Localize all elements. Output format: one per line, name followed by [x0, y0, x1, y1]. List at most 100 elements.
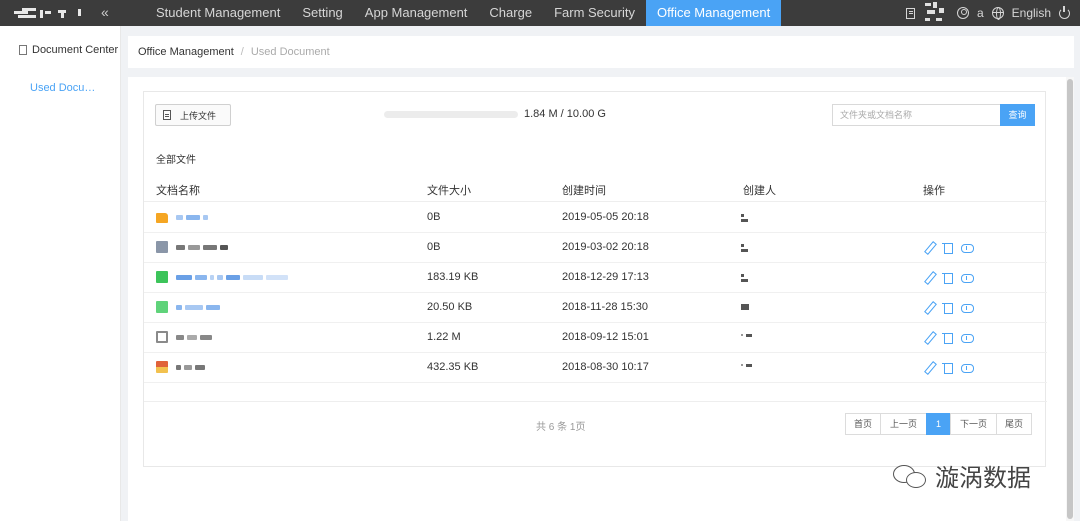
all-files-label[interactable]: 全部文件 — [156, 151, 196, 166]
language-switch[interactable]: English — [1012, 6, 1051, 20]
menu-setting[interactable]: Setting — [291, 0, 353, 26]
delete-icon[interactable] — [942, 241, 955, 254]
globe-icon[interactable] — [991, 7, 1004, 20]
column-header-created: 创建时间 — [562, 185, 606, 197]
row-actions — [923, 301, 974, 314]
download-icon[interactable] — [961, 331, 974, 344]
book-icon[interactable] — [905, 7, 915, 19]
sidebar-group-label: Document Center — [32, 44, 119, 56]
delete-icon[interactable] — [942, 271, 955, 284]
last-page-button[interactable]: 尾页 — [996, 413, 1032, 435]
table-row[interactable]: 20.50 KB 2018-11-28 15:30 — [144, 293, 1047, 323]
edit-icon[interactable] — [923, 331, 936, 344]
wechat-icon — [893, 463, 927, 489]
delete-icon[interactable] — [942, 331, 955, 344]
file-name-redacted[interactable] — [176, 244, 228, 250]
prev-page-button[interactable]: 上一页 — [880, 413, 927, 435]
column-header-name: 文档名称 — [156, 185, 200, 197]
file-white-icon — [156, 331, 168, 343]
file-green-icon — [156, 271, 168, 283]
storage-usage-text: 1.84 M / 10.00 G — [524, 108, 606, 120]
next-page-button[interactable]: 下一页 — [950, 413, 997, 435]
file-name-redacted[interactable] — [176, 304, 220, 310]
file-name-redacted[interactable] — [176, 214, 208, 220]
file-name-redacted[interactable] — [176, 334, 212, 340]
sidebar-group-document-center[interactable]: Document Center — [19, 44, 118, 56]
table-footer-divider — [144, 401, 1047, 402]
file-size: 0B — [427, 211, 441, 223]
breadcrumb: Office Management / Used Document — [128, 36, 1074, 68]
search-button[interactable]: 查询 — [1000, 104, 1035, 126]
document-panel: 上传文件 1.84 M / 10.00 G 查询 全部文件 文档名称 文件大小 … — [143, 91, 1047, 467]
power-icon[interactable] — [1059, 5, 1070, 19]
top-nav-bar: « Student Management Setting App Managem… — [0, 0, 1080, 26]
menu-student-management[interactable]: Student Management — [145, 0, 291, 26]
delete-icon[interactable] — [942, 301, 955, 314]
menu-farm-security[interactable]: Farm Security — [543, 0, 646, 26]
menu-charge[interactable]: Charge — [478, 0, 543, 26]
upload-file-label: 上传文件 — [180, 110, 217, 121]
row-actions — [923, 331, 974, 344]
pagination-total: 共 6 条 1页 — [536, 422, 586, 433]
scrollbar-thumb[interactable] — [1067, 79, 1073, 519]
column-header-creator: 创建人 — [743, 185, 776, 197]
file-name-redacted[interactable] — [176, 364, 205, 370]
search-input[interactable] — [832, 104, 1000, 126]
delete-icon[interactable] — [942, 361, 955, 374]
breadcrumb-office-management[interactable]: Office Management — [138, 46, 234, 58]
header-tools: a English — [905, 0, 1070, 26]
table-row[interactable]: 0B 2019-03-02 20:18 — [144, 233, 1047, 263]
file-gray-icon — [156, 241, 168, 253]
wechat-watermark: 漩涡数据 — [893, 458, 1031, 493]
edit-icon[interactable] — [923, 361, 936, 374]
user-avatar-icon[interactable] — [956, 7, 969, 19]
app-logo[interactable] — [14, 8, 86, 19]
creator-redacted — [741, 304, 751, 312]
creator-redacted — [741, 334, 752, 342]
created-time: 2018-12-29 17:13 — [562, 271, 649, 283]
download-icon[interactable] — [961, 361, 974, 374]
table-row[interactable]: 432.35 KB 2018-08-30 10:17 — [144, 353, 1047, 383]
download-icon[interactable] — [961, 301, 974, 314]
watermark-text: 漩涡数据 — [935, 464, 1031, 492]
table-row[interactable]: 0B 2019-05-05 20:18 — [144, 203, 1047, 233]
created-time: 2018-09-12 15:01 — [562, 331, 649, 343]
image-file-icon — [156, 361, 168, 373]
download-icon[interactable] — [961, 241, 974, 254]
page-1-button[interactable]: 1 — [926, 413, 951, 435]
created-time: 2018-11-28 15:30 — [562, 301, 649, 313]
file-size: 183.19 KB — [427, 271, 479, 283]
edit-icon[interactable] — [923, 271, 936, 284]
menu-app-management[interactable]: App Management — [354, 0, 479, 26]
row-actions — [923, 241, 974, 254]
main-menu: Student Management Setting App Managemen… — [145, 0, 782, 26]
creator-redacted — [741, 364, 752, 372]
table-row[interactable]: 183.19 KB 2018-12-29 17:13 — [144, 263, 1047, 293]
sidebar-item-used-document[interactable]: Used Docu… — [30, 82, 95, 94]
download-icon[interactable] — [961, 271, 974, 284]
qr-code-icon[interactable] — [923, 2, 949, 24]
creator-redacted — [741, 274, 751, 282]
user-name[interactable]: a — [977, 6, 984, 20]
file-size: 432.35 KB — [427, 361, 479, 373]
breadcrumb-used-document: Used Document — [250, 46, 330, 58]
edit-icon[interactable] — [923, 241, 936, 254]
column-header-size: 文件大小 — [427, 185, 471, 197]
vertical-scrollbar[interactable] — [1066, 77, 1074, 521]
folder-icon — [156, 213, 168, 223]
upload-file-icon — [163, 110, 171, 120]
file-name-redacted[interactable] — [176, 274, 288, 280]
edit-icon[interactable] — [923, 301, 936, 314]
collapse-sidebar-button[interactable]: « — [101, 4, 109, 20]
table-row[interactable]: 1.22 M 2018-09-12 15:01 — [144, 323, 1047, 353]
first-page-button[interactable]: 首页 — [845, 413, 881, 435]
row-actions — [923, 361, 974, 374]
upload-file-button[interactable]: 上传文件 — [155, 104, 231, 126]
created-time: 2019-03-02 20:18 — [562, 241, 649, 253]
creator-redacted — [741, 244, 751, 252]
menu-office-management[interactable]: Office Management — [645, 0, 782, 26]
file-size: 0B — [427, 241, 441, 253]
file-green-icon — [156, 301, 168, 313]
column-header-actions: 操作 — [923, 185, 945, 197]
file-size: 20.50 KB — [427, 301, 473, 313]
